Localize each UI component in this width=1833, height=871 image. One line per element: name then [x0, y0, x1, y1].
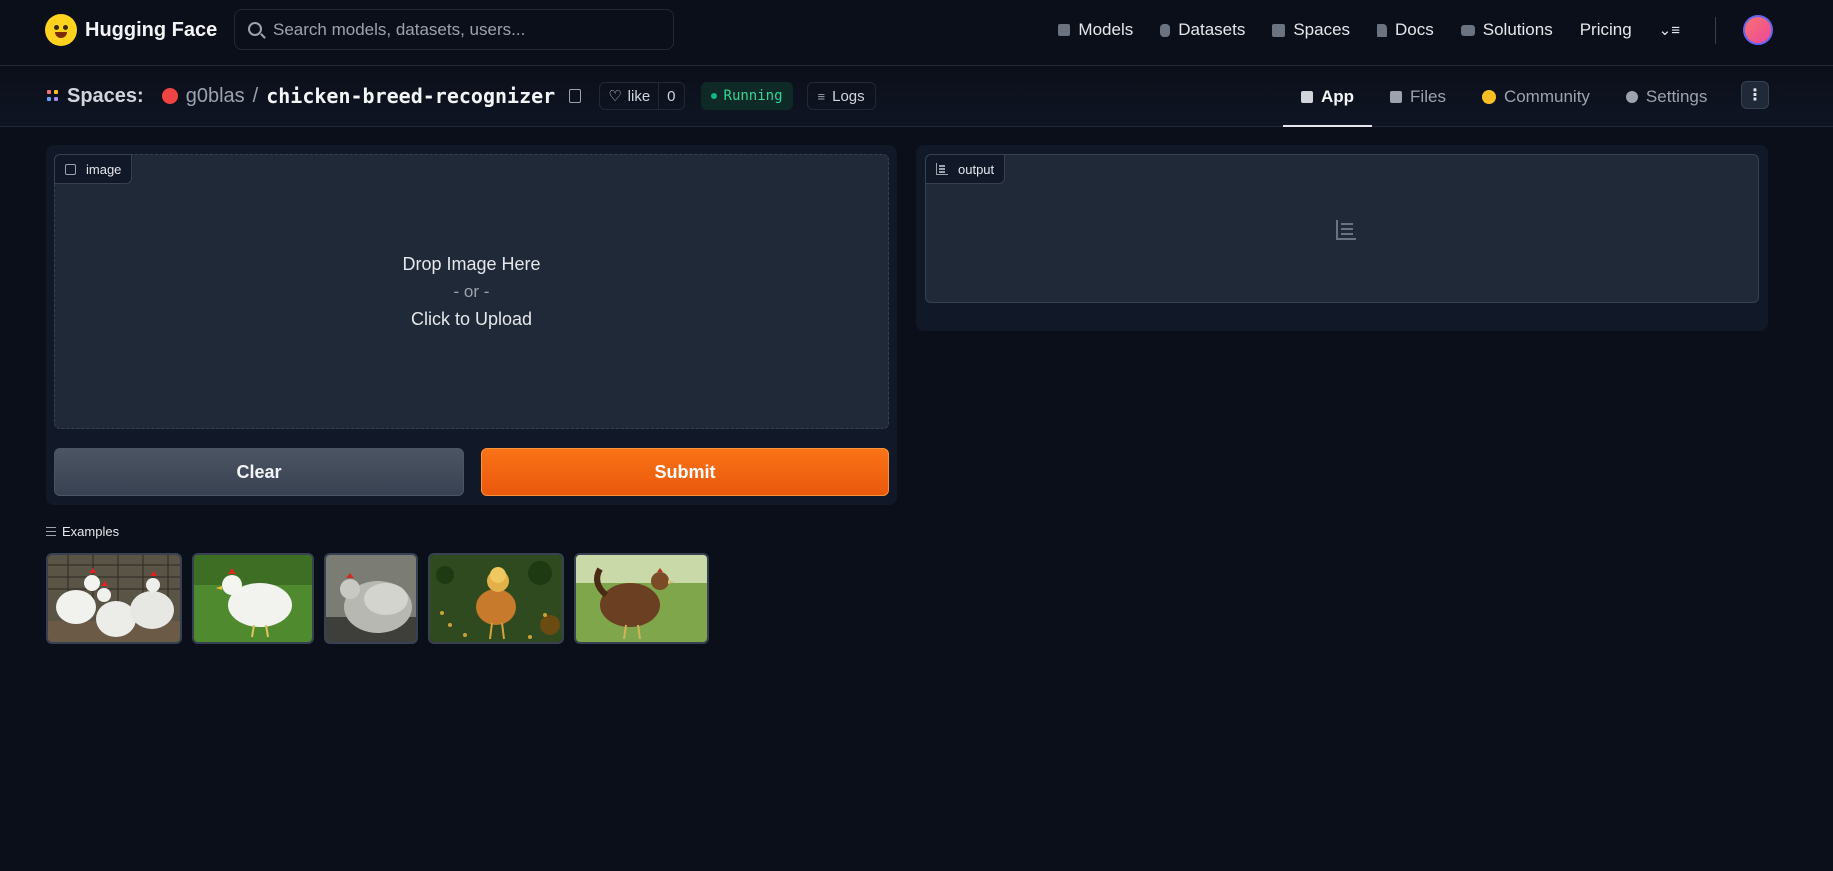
search-placeholder: Search models, datasets, users...: [273, 19, 526, 39]
hugging-face-logo-icon: [45, 14, 77, 46]
example-thumbnail-1[interactable]: [46, 553, 182, 644]
community-icon: [1481, 90, 1496, 104]
status-dot-icon: [710, 93, 717, 99]
tab-settings[interactable]: Settings: [1608, 67, 1725, 127]
output-block-label: output: [925, 154, 1006, 184]
search-input[interactable]: Search models, datasets, users...: [234, 9, 674, 50]
spaces-label: Spaces:: [67, 84, 144, 107]
example-thumbnail-2[interactable]: [192, 553, 314, 644]
image-icon: [65, 163, 76, 175]
output-placeholder-chart-icon: [1336, 220, 1356, 240]
files-icon: [1390, 91, 1403, 103]
image-upload-dropzone[interactable]: image Drop Image Here - or - Click to Up…: [54, 154, 889, 429]
document-icon: [1377, 23, 1388, 37]
logs-label: Logs: [832, 87, 865, 105]
like-count: 0: [658, 83, 683, 109]
space-name[interactable]: chicken-breed-recognizer: [266, 84, 555, 108]
main-nav: Models Datasets Spaces Docs Solutions Pr…: [1058, 0, 1833, 60]
tab-community[interactable]: Community: [1464, 67, 1608, 127]
example-thumbnail-3[interactable]: [324, 553, 418, 644]
status-badge[interactable]: Running: [700, 82, 793, 110]
nav-docs[interactable]: Docs: [1377, 20, 1434, 40]
chicken-photo-4: [430, 555, 562, 642]
tab-files[interactable]: Files: [1372, 67, 1464, 127]
chicken-photo-2: [194, 555, 312, 642]
heart-icon: ♡: [608, 88, 622, 105]
examples-label: Examples: [62, 524, 120, 539]
nav-datasets-label: Datasets: [1178, 20, 1246, 39]
path-separator: /: [252, 84, 259, 107]
database-icon: [1160, 23, 1171, 37]
nav-pricing[interactable]: Pricing: [1580, 20, 1632, 40]
examples-header: Examples: [46, 524, 119, 539]
space-header: Spaces: g0blas / chicken-breed-recognizer …: [0, 67, 1833, 127]
spaces-dots-icon: [47, 90, 59, 102]
spaces-grid-icon: [1272, 23, 1286, 37]
nav-solutions-label: Solutions: [1482, 20, 1553, 39]
example-thumbnail-4[interactable]: [428, 553, 564, 644]
output-label-text: output: [958, 161, 995, 177]
logs-icon: ≡: [817, 88, 826, 104]
more-menu-icon[interactable]: ⌄≡: [1659, 21, 1680, 39]
space-tabs: App Files Community Settings: [1283, 67, 1725, 127]
space-owner-avatar: [161, 88, 178, 104]
tab-app-label: App: [1321, 87, 1355, 106]
or-text: - or -: [453, 282, 490, 301]
chicken-photo-3: [326, 555, 416, 642]
gear-icon: [1625, 91, 1638, 103]
image-label-text: image: [86, 161, 122, 177]
search-icon: [248, 22, 262, 36]
nav-spaces[interactable]: Spaces: [1272, 20, 1350, 40]
click-to-upload-text: Click to Upload: [410, 309, 533, 329]
output-box: output: [925, 154, 1759, 303]
chicken-photo-1: [48, 555, 180, 642]
list-icon: [46, 527, 56, 536]
cube-icon: [1301, 91, 1313, 103]
top-navbar: Hugging Face Search models, datasets, us…: [0, 0, 1833, 66]
brand-name: Hugging Face: [85, 18, 218, 41]
status-text: Running: [723, 88, 783, 104]
space-owner[interactable]: g0blas: [186, 85, 245, 108]
submit-button[interactable]: Submit: [481, 448, 889, 496]
tab-app[interactable]: App: [1283, 67, 1373, 127]
tab-settings-label: Settings: [1645, 87, 1708, 106]
user-avatar[interactable]: [1743, 15, 1773, 45]
nav-docs-label: Docs: [1395, 20, 1434, 39]
clear-button[interactable]: Clear: [54, 448, 464, 496]
nav-datasets[interactable]: Datasets: [1160, 20, 1245, 40]
chicken-photo-5: [576, 555, 707, 642]
drop-image-text: Drop Image Here: [402, 254, 541, 274]
nav-solutions[interactable]: Solutions: [1460, 20, 1553, 40]
like-button[interactable]: ♡ like 0: [599, 82, 685, 110]
tab-files-label: Files: [1410, 87, 1446, 106]
copy-icon[interactable]: [569, 89, 582, 103]
input-panel: image Drop Image Here - or - Click to Up…: [46, 145, 897, 505]
like-label: like: [627, 87, 651, 105]
tab-community-label: Community: [1503, 87, 1590, 106]
logs-button[interactable]: ≡ Logs: [806, 82, 876, 110]
briefcase-icon: [1460, 24, 1475, 36]
nav-models-label: Models: [1078, 20, 1134, 39]
more-options-button[interactable]: ⋮: [1741, 81, 1769, 109]
nav-spaces-label: Spaces: [1293, 20, 1351, 39]
example-thumbnail-5[interactable]: [574, 553, 709, 644]
output-panel: output: [916, 145, 1768, 331]
image-block-label: image: [54, 154, 133, 184]
nav-pricing-label: Pricing: [1579, 20, 1632, 39]
nav-divider: [1715, 16, 1716, 44]
brand-logo[interactable]: Hugging Face: [45, 14, 217, 46]
cube-icon: [1058, 24, 1071, 36]
nav-models[interactable]: Models: [1058, 20, 1133, 40]
bar-chart-icon: [936, 163, 948, 175]
